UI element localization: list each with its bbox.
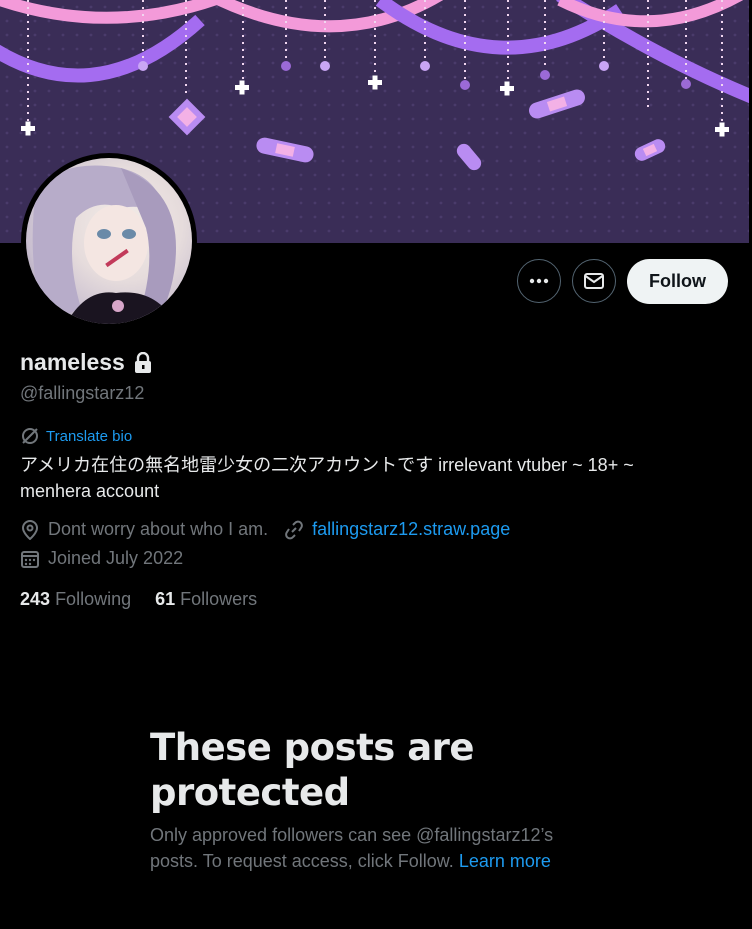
follow-stats: 243 Following 61 Followers [20, 589, 257, 610]
joined-date: Joined July 2022 [20, 548, 183, 569]
website-link[interactable]: fallingstarz12.straw.page [312, 519, 510, 540]
profile-meta-row: Dont worry about who I am. fallingstarz1… [20, 519, 510, 540]
protected-title: These posts are protected [150, 726, 475, 814]
website[interactable]: fallingstarz12.straw.page [284, 519, 510, 540]
followers-count: 61 [155, 589, 176, 609]
avatar-image [26, 158, 192, 324]
location-text: Dont worry about who I am. [48, 519, 269, 539]
display-name: nameless [20, 349, 125, 375]
location-pin-icon [21, 519, 39, 540]
more-icon [529, 278, 549, 284]
learn-more-link[interactable]: Learn more [459, 851, 551, 871]
protected-description: Only approved followers can see @falling… [150, 822, 590, 874]
bio-text: アメリカ在住の無名地雷少女の二次アカウントです irrelevant vtube… [20, 455, 634, 501]
mail-icon [584, 273, 604, 289]
followers-label: Followers [180, 589, 258, 609]
lock-icon [134, 351, 151, 373]
following-count: 243 [20, 589, 51, 609]
translate-bio-label: Translate bio [46, 427, 133, 445]
follow-button[interactable]: Follow [627, 259, 728, 304]
followers-link[interactable]: 61 Followers [155, 589, 257, 610]
more-button[interactable] [517, 259, 561, 303]
avatar[interactable] [21, 153, 197, 329]
profile-name-row: nameless [20, 349, 153, 376]
following-label: Following [55, 589, 132, 609]
username: @fallingstarz12 [20, 383, 145, 403]
joined-text: Joined July 2022 [48, 548, 184, 568]
calendar-icon [21, 550, 39, 568]
location: Dont worry about who I am. [20, 519, 268, 540]
message-button[interactable] [572, 259, 616, 303]
joined-row: Joined July 2022 [20, 548, 183, 569]
following-link[interactable]: 243 Following [20, 589, 131, 610]
translate-bio-link[interactable]: Translate bio [20, 426, 132, 446]
translate-icon [22, 428, 38, 444]
link-icon [285, 520, 303, 539]
